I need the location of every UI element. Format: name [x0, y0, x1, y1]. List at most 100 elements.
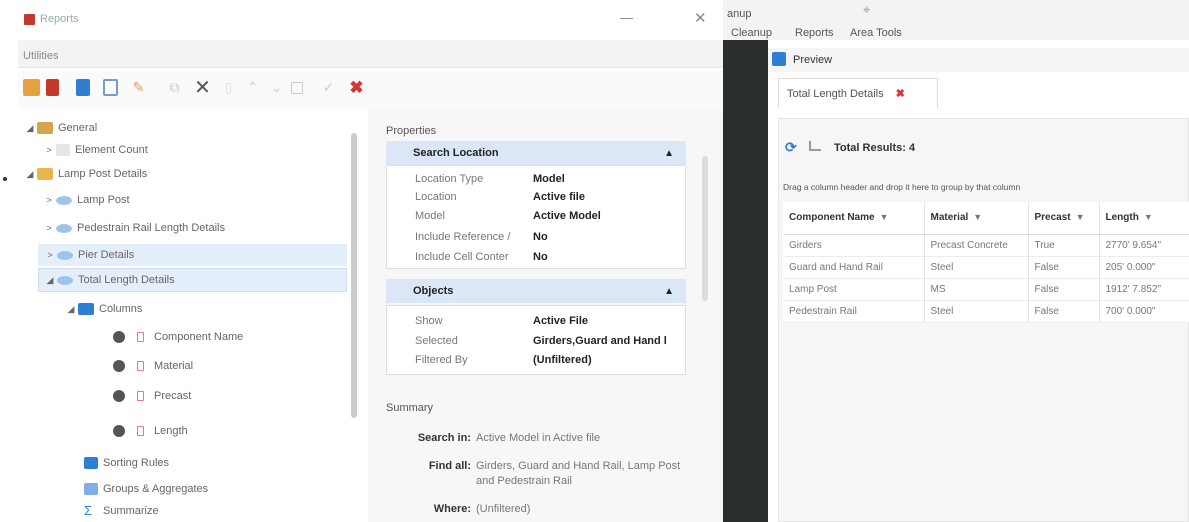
tree-label: Lamp Post	[77, 194, 130, 206]
summary-find-all-value-1: Girders, Guard and Hand Rail, Lamp Post	[476, 460, 681, 472]
edit-icon[interactable]: ✎	[130, 79, 147, 96]
grid-header-component[interactable]: Component Name ▼	[783, 202, 925, 235]
check-icon[interactable]: ✓	[320, 79, 337, 96]
preview-tab[interactable]: Total Length Details ✖	[778, 78, 938, 108]
search-location-header[interactable]: Search Location ▲	[386, 141, 686, 165]
filter-icon[interactable]: ▼	[1076, 212, 1085, 222]
column-item[interactable]: Length	[113, 420, 188, 442]
ribbon-reports[interactable]: Reports	[795, 27, 834, 39]
section-title: Objects	[413, 285, 454, 297]
tree-node-total-length-details[interactable]: ◢ Total Length Details	[38, 268, 347, 292]
collapse-chevron-icon[interactable]: ▲	[664, 148, 674, 159]
ribbon-area-tools[interactable]: Area Tools	[850, 27, 902, 39]
tree-scrollbar-thumb[interactable]	[351, 133, 357, 418]
report-tree: ◢ General > Element Count ◢ Lamp Post De…	[18, 108, 363, 522]
cell-component: Guard and Hand Rail	[783, 256, 925, 279]
expand-icon[interactable]: >	[42, 223, 56, 233]
prop-value[interactable]: Model	[533, 173, 565, 185]
column-item[interactable]: Component Name	[113, 326, 243, 348]
total-results: Total Results: 4	[834, 142, 916, 154]
save-icon[interactable]	[291, 82, 303, 94]
table-row[interactable]: Girders Precast Concrete True 2770' 9.65…	[783, 234, 1189, 257]
gear-icon	[113, 425, 125, 437]
tree-node-groups[interactable]: Groups & Aggregates	[84, 478, 208, 500]
collapse-icon[interactable]: ◢	[23, 123, 37, 134]
section-title: Search Location	[413, 147, 499, 159]
column-icon	[137, 332, 144, 342]
new-item-icon[interactable]	[46, 79, 59, 96]
ribbon-cleanup-top[interactable]: anup	[727, 8, 751, 20]
collapse-chevron-icon[interactable]: ▲	[664, 286, 674, 297]
prop-value[interactable]: (Unfiltered)	[533, 354, 592, 366]
edge-dot	[3, 177, 7, 181]
chart-icon[interactable]	[809, 141, 821, 151]
cut-icon[interactable]: ✕	[194, 77, 211, 99]
delete-icon[interactable]: ✖	[348, 78, 365, 97]
table-icon[interactable]	[103, 79, 118, 96]
tree-node-summarize[interactable]: Σ Summarize	[84, 500, 159, 522]
reports-title-bar: Reports — ✕	[18, 0, 723, 38]
prop-key: Location Type	[415, 173, 484, 185]
collapse-icon[interactable]: ◢	[64, 304, 78, 315]
collapse-icon[interactable]: ◢	[23, 169, 37, 180]
tree-node-pier-details[interactable]: > Pier Details	[38, 244, 347, 266]
tree-node-lamp-post[interactable]: > Lamp Post	[42, 189, 130, 211]
tree-node-sorting-rules[interactable]: Sorting Rules	[84, 452, 169, 474]
filter-icon[interactable]: ▼	[880, 212, 889, 222]
paste-icon[interactable]: ▯	[220, 79, 237, 96]
column-item[interactable]: Precast	[113, 385, 191, 407]
cell-precast: False	[1028, 278, 1100, 301]
prop-key: Show	[415, 315, 443, 327]
cell-precast: False	[1028, 256, 1100, 279]
prop-value[interactable]: Active Model	[533, 210, 601, 222]
column-item[interactable]: Material	[113, 355, 193, 377]
search-location-body: Location Type Model Location Active file M…	[386, 165, 686, 269]
header-label: Material	[930, 212, 969, 224]
close-tab-icon[interactable]: ✖	[896, 87, 905, 100]
filter-icon[interactable]: ▼	[1144, 212, 1153, 222]
table-row[interactable]: Guard and Hand Rail Steel False 205' 0.0…	[783, 256, 1189, 279]
properties-scrollbar[interactable]	[702, 156, 708, 301]
tree-node-lamp-post-details[interactable]: ◢ Lamp Post Details	[23, 163, 147, 185]
move-down-icon[interactable]: ⌄	[268, 79, 285, 96]
collapse-icon[interactable]: ◢	[43, 275, 57, 286]
tree-node-general[interactable]: ◢ General	[23, 117, 97, 139]
columns-icon[interactable]	[76, 79, 90, 96]
tree-label: Pedestrain Rail Length Details	[77, 222, 225, 234]
table-row[interactable]: Lamp Post MS False 1912' 7.852"	[783, 278, 1189, 301]
expand-icon[interactable]: >	[43, 250, 57, 260]
grid-header-precast[interactable]: Precast ▼	[1028, 202, 1100, 235]
move-up-icon[interactable]: ⌃	[244, 79, 261, 96]
refresh-icon[interactable]: ⟳	[785, 139, 797, 156]
minimize-button[interactable]: —	[620, 10, 633, 25]
sorting-icon	[84, 457, 98, 469]
summary-search-in-value: Active Model in Active file	[476, 432, 601, 444]
tree-node-pedestrain-rail[interactable]: > Pedestrain Rail Length Details	[42, 217, 225, 239]
reports-window: Reports — ✕ Utilities ✎ ⧉ ✕ ▯ ⌃ ⌄ ✓ ✖ ◢ …	[18, 0, 723, 522]
prop-value[interactable]: Active file	[533, 191, 585, 203]
close-window-button[interactable]: ✕	[694, 9, 707, 27]
tree-scrollbar[interactable]	[350, 108, 358, 418]
copy-icon[interactable]: ⧉	[166, 79, 183, 96]
model-view-canvas[interactable]	[723, 40, 768, 522]
cell-component: Girders	[783, 234, 925, 257]
objects-header[interactable]: Objects ▲	[386, 279, 686, 303]
element-count-icon	[56, 144, 70, 156]
expand-icon[interactable]: >	[42, 145, 56, 155]
prop-value[interactable]: Girders,Guard and Hand l	[533, 335, 667, 347]
expand-icon[interactable]: >	[42, 195, 56, 205]
grid-header-material[interactable]: Material ▼	[924, 202, 1029, 235]
tree-node-element-count[interactable]: > Element Count	[42, 139, 148, 161]
filter-icon[interactable]: ▼	[973, 212, 982, 222]
ribbon-strip: anup Cleanup Reports Area Tools ⌖	[723, 0, 1189, 40]
prop-value[interactable]: No	[533, 251, 548, 263]
prop-value[interactable]: No	[533, 231, 548, 243]
table-row[interactable]: Pedestrain Rail Steel False 700' 0.000"	[783, 300, 1189, 323]
column-label: Precast	[154, 390, 192, 402]
grid-header-length[interactable]: Length ▼	[1099, 202, 1189, 235]
tree-node-columns[interactable]: ◢ Columns	[64, 298, 142, 320]
new-report-icon[interactable]	[23, 79, 40, 96]
group-drop-hint[interactable]: Drag a column header and drop it here to…	[783, 182, 1020, 192]
ribbon-cleanup[interactable]: Cleanup	[731, 27, 772, 39]
prop-value[interactable]: Active File	[533, 315, 588, 327]
